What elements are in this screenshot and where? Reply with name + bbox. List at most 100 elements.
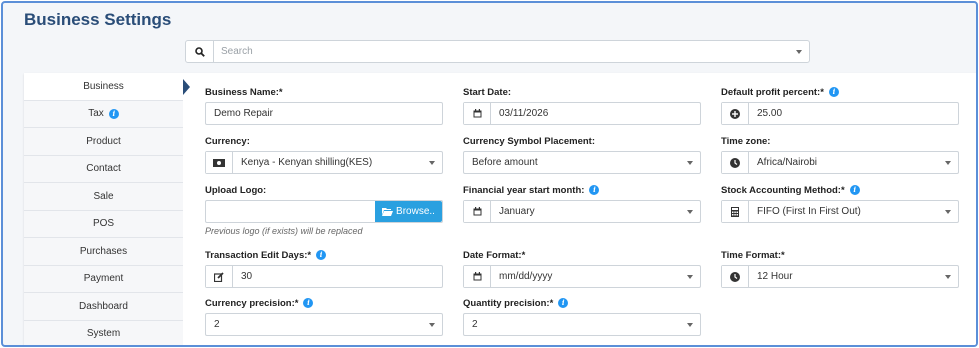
upload-logo-input[interactable]: Browse..	[205, 200, 443, 223]
sidebar-item-label: Dashboard	[79, 300, 128, 312]
field-label: Currency precision:*	[205, 298, 299, 309]
sidebar-item-contact[interactable]: Contact	[24, 155, 183, 183]
chevron-down-icon	[945, 274, 951, 279]
currency-precision-field: Currency precision:* i 2	[205, 297, 443, 336]
chevron-down-icon	[687, 274, 693, 279]
select-value: 2	[472, 319, 478, 330]
edit-days-input[interactable]: 30	[205, 265, 443, 288]
quantity-precision-select[interactable]: 2	[463, 313, 701, 336]
chevron-down-icon	[687, 160, 693, 165]
sidebar-item-label: Contact	[86, 163, 121, 175]
sidebar-item-tax[interactable]: Tax i	[24, 100, 183, 128]
stock-method-field: Stock Accounting Method:* i FIFO (First I…	[721, 184, 959, 223]
select-value: Before amount	[472, 157, 538, 168]
currency-field: Currency: Kenya - Kenyan shilling(KES)	[205, 135, 443, 174]
upload-help-text: Previous logo (if exists) will be replac…	[205, 226, 363, 236]
sidebar-item-business[interactable]: Business	[24, 73, 183, 101]
select-value: FIFO (First In First Out)	[757, 206, 861, 217]
edit-days-field: Transaction Edit Days:* i 30	[205, 249, 443, 288]
info-icon[interactable]: i	[303, 298, 314, 309]
field-label: Business Name:*	[205, 87, 283, 98]
default-profit-field: Default profit percent:* i 25.00	[721, 86, 959, 125]
currency-precision-select[interactable]: 2	[205, 313, 443, 336]
date-format-select[interactable]: mm/dd/yyyy	[463, 265, 701, 288]
select-value: Africa/Nairobi	[757, 157, 818, 168]
info-icon[interactable]: i	[316, 250, 327, 261]
field-label: Financial year start month:	[463, 185, 585, 196]
chevron-down-icon	[429, 160, 435, 165]
field-label: Date Format:*	[463, 250, 526, 261]
input-value: 03/11/2026	[499, 108, 549, 119]
plus-circle-icon	[722, 103, 749, 124]
start-date-field: Start Date: 03/11/2026	[463, 86, 701, 125]
chevron-down-icon	[687, 322, 693, 327]
field-label: Stock Accounting Method:*	[721, 185, 845, 196]
search-input[interactable]: Search	[214, 46, 796, 57]
input-value: 30	[241, 271, 253, 282]
time-zone-field: Time zone: Africa/Nairobi	[721, 135, 959, 174]
chevron-down-icon	[429, 322, 435, 327]
select-value: 2	[214, 319, 220, 330]
info-icon[interactable]: i	[558, 298, 569, 309]
active-indicator	[183, 79, 190, 95]
clock-icon	[722, 266, 749, 287]
search-icon	[186, 41, 214, 62]
fy-start-field: Financial year start month: i January	[463, 184, 701, 223]
sidebar-item-system[interactable]: System	[24, 320, 183, 345]
page-title: Business Settings	[24, 10, 172, 29]
stock-method-select[interactable]: FIFO (First In First Out)	[721, 200, 959, 223]
sidebar-item-label: System	[86, 328, 121, 340]
business-name-input[interactable]: Demo Repair	[205, 102, 443, 125]
calendar-icon	[464, 266, 491, 287]
upload-logo-field: Upload Logo: Browse.. Previous logo (if …	[205, 184, 443, 236]
clock-icon	[722, 152, 749, 173]
sidebar-item-label: Purchases	[79, 245, 128, 257]
info-icon[interactable]: i	[589, 185, 600, 196]
chevron-down-icon	[945, 160, 951, 165]
calendar-icon	[464, 103, 491, 124]
start-date-input[interactable]: 03/11/2026	[463, 102, 701, 125]
currency-select[interactable]: Kenya - Kenyan shilling(KES)	[205, 151, 443, 174]
symbol-placement-select[interactable]: Before amount	[463, 151, 701, 174]
sidebar-item-sale[interactable]: Sale	[24, 183, 183, 211]
folder-open-icon	[382, 208, 394, 216]
settings-sidebar: Business Tax i Product Contact Sale POS P…	[24, 73, 183, 345]
fy-start-select[interactable]: January	[463, 200, 701, 223]
field-label: Currency Symbol Placement:	[463, 136, 595, 147]
field-label: Transaction Edit Days:*	[205, 250, 312, 261]
field-label: Time zone:	[721, 136, 771, 147]
sidebar-item-dashboard[interactable]: Dashboard	[24, 293, 183, 321]
time-format-select[interactable]: 12 Hour	[721, 265, 959, 288]
field-label: Upload Logo:	[205, 185, 267, 196]
sidebar-item-label: Sale	[93, 190, 114, 202]
field-label: Quantity precision:*	[463, 298, 554, 309]
info-icon[interactable]: i	[849, 185, 860, 196]
settings-card: Business Tax i Product Contact Sale POS P…	[24, 73, 976, 345]
time-format-field: Time Format:* 12 Hour	[721, 249, 959, 288]
time-zone-select[interactable]: Africa/Nairobi	[721, 151, 959, 174]
input-value: 25.00	[757, 108, 783, 119]
select-value: January	[499, 206, 535, 217]
info-icon[interactable]: i	[828, 87, 839, 98]
sidebar-item-product[interactable]: Product	[24, 128, 183, 156]
calculator-icon	[722, 201, 749, 222]
sidebar-item-label: Product	[86, 135, 121, 147]
search-select[interactable]: Search	[185, 40, 810, 63]
info-icon[interactable]: i	[108, 108, 119, 119]
business-name-field: Business Name:* Demo Repair	[205, 86, 443, 125]
field-label: Currency:	[205, 136, 250, 147]
money-bill-icon	[206, 152, 233, 173]
chevron-down-icon	[945, 209, 951, 214]
sidebar-item-pos[interactable]: POS	[24, 210, 183, 238]
sidebar-item-label: Payment	[83, 273, 124, 285]
chevron-down-icon	[687, 209, 693, 214]
app-frame: Business Settings Search Business Tax i P…	[1, 1, 978, 347]
quantity-precision-field: Quantity precision:* i 2	[463, 297, 701, 336]
default-profit-input[interactable]: 25.00	[721, 102, 959, 125]
browse-button-label: Browse..	[396, 206, 435, 217]
sidebar-item-payment[interactable]: Payment	[24, 265, 183, 293]
browse-button[interactable]: Browse..	[375, 201, 442, 222]
sidebar-item-purchases[interactable]: Purchases	[24, 238, 183, 266]
select-value: Kenya - Kenyan shilling(KES)	[241, 157, 373, 168]
select-value: mm/dd/yyyy	[499, 271, 553, 282]
